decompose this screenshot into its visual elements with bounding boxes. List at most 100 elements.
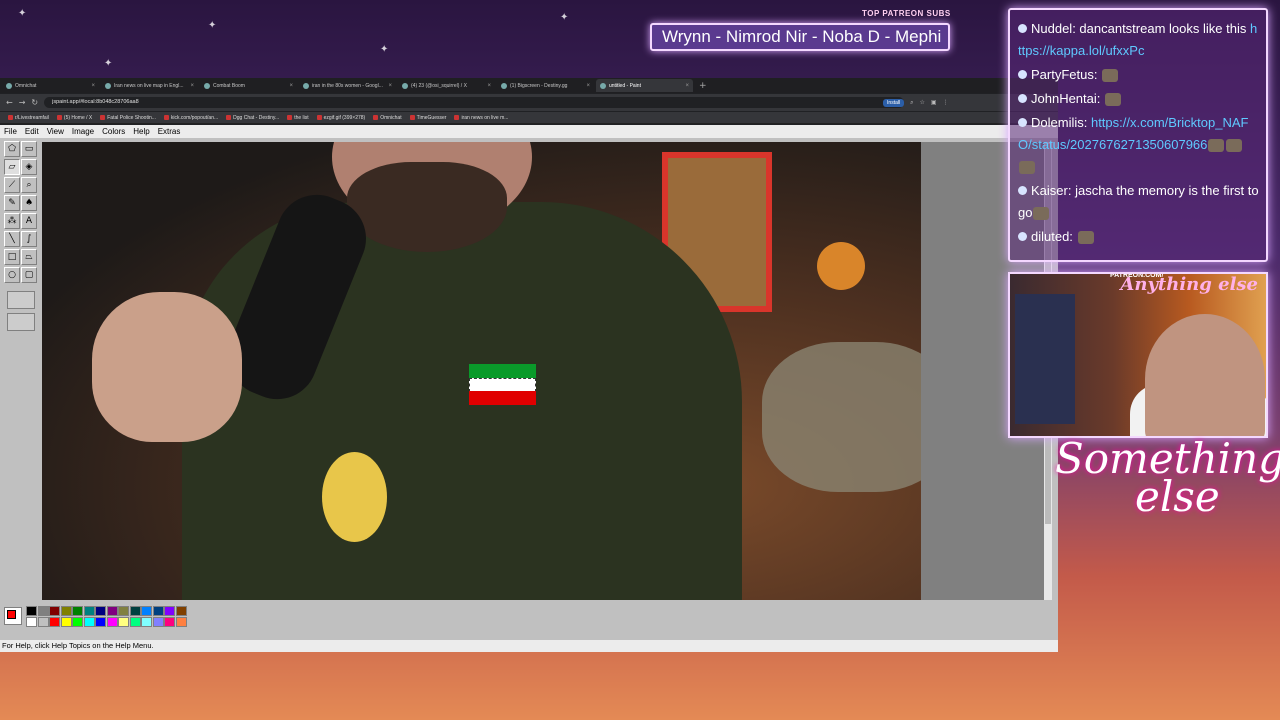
brush-icon[interactable]: ♠ — [21, 195, 37, 211]
palette-swatch[interactable] — [49, 617, 60, 627]
browser-tab[interactable]: (1) Bigscreen - Destiny.gg × — [497, 79, 594, 92]
address-bar: ← → ↻ jspaint.app/#local:8b048c28706aa8 … — [0, 94, 1058, 111]
menu-file[interactable]: File — [4, 127, 17, 136]
bookmark-item[interactable]: kick.com/popout/an... — [163, 115, 218, 121]
tool-options-box[interactable] — [7, 291, 35, 309]
palette-swatch[interactable] — [106, 617, 118, 627]
browser-tab[interactable]: Combat Boom × — [200, 79, 297, 92]
free-form-select-icon[interactable]: ⬠ — [4, 141, 20, 157]
new-tab-button[interactable]: + — [699, 81, 707, 91]
bookmark-item[interactable]: r/Livestreamfail — [8, 115, 49, 121]
menu-help[interactable]: Help — [133, 127, 149, 136]
palette-swatch[interactable] — [60, 606, 72, 616]
bookmark-item[interactable]: the list — [287, 115, 309, 121]
eraser-icon[interactable]: ▱ — [4, 159, 20, 175]
close-tab-icon[interactable]: × — [91, 83, 95, 89]
bookmark-item[interactable]: Dgg Chat - Destiny... — [226, 115, 279, 121]
chat-username[interactable]: Kaiser: — [1031, 183, 1075, 198]
rounded-rectangle-icon[interactable]: ▢ — [21, 267, 37, 283]
menu-edit[interactable]: Edit — [25, 127, 39, 136]
chat-username[interactable]: PartyFetus: — [1031, 67, 1101, 82]
url-input[interactable]: jspaint.app/#local:8b048c28706aa8 Instal… — [44, 97, 905, 108]
browser-tab[interactable]: Iran news on live map in Engl... × — [101, 79, 198, 92]
palette-swatch[interactable] — [83, 617, 95, 627]
foreground-color[interactable] — [7, 610, 16, 619]
bookmark-item[interactable]: TimeGuesser — [409, 115, 446, 121]
fill-icon[interactable]: ◈ — [21, 159, 37, 175]
palette-swatch[interactable] — [60, 617, 72, 627]
close-tab-icon[interactable]: × — [289, 83, 293, 89]
palette-swatch[interactable] — [37, 617, 49, 627]
browser-tab[interactable]: Omnichat × — [2, 79, 99, 92]
palette-swatch[interactable] — [106, 606, 118, 616]
palette-swatch[interactable] — [26, 606, 37, 616]
reload-icon[interactable]: ↻ — [31, 98, 38, 107]
palette-swatch[interactable] — [129, 606, 141, 616]
palette-swatch[interactable] — [95, 606, 106, 616]
chat-username[interactable]: Nuddel: — [1031, 21, 1079, 36]
menu-extras[interactable]: Extras — [158, 127, 181, 136]
chat-username[interactable]: JohnHentai: — [1031, 91, 1104, 106]
browser-tab[interactable]: (4) 23 (@osi_squirrel) / X × — [398, 79, 495, 92]
palette-swatch[interactable] — [175, 606, 187, 616]
pencil-icon[interactable]: ✎ — [4, 195, 20, 211]
palette-swatch[interactable] — [164, 606, 175, 616]
browser-tab[interactable]: iran in the 80s women - Googl... × — [299, 79, 396, 92]
line-icon[interactable]: ╲ — [4, 231, 20, 247]
install-button[interactable]: Install — [883, 98, 905, 107]
palette-swatch[interactable] — [72, 606, 83, 616]
menu-icon[interactable]: ⋮ — [943, 99, 949, 106]
forward-icon[interactable]: → — [19, 98, 26, 107]
close-tab-icon[interactable]: × — [586, 83, 590, 89]
palette-swatch[interactable] — [118, 606, 129, 616]
menu-view[interactable]: View — [47, 127, 64, 136]
current-colors[interactable] — [4, 607, 22, 625]
palette-swatch[interactable] — [141, 617, 152, 627]
palette-swatch[interactable] — [37, 606, 49, 616]
chat-username[interactable]: Dolemilis: — [1031, 115, 1091, 130]
magnifier-icon[interactable]: ⌕ — [21, 177, 37, 193]
paint-canvas[interactable] — [42, 142, 921, 600]
palette-swatch[interactable] — [118, 617, 129, 627]
palette-swatch[interactable] — [152, 606, 164, 616]
palette-swatch[interactable] — [164, 617, 175, 627]
bookmark-item[interactable]: (5) Home / X — [56, 115, 92, 121]
palette-swatch[interactable] — [83, 606, 95, 616]
palette-swatch[interactable] — [72, 617, 83, 627]
zoom-icon[interactable]: ⌕ — [910, 99, 913, 107]
palette-swatch[interactable] — [152, 617, 164, 627]
palette-swatch[interactable] — [49, 606, 60, 616]
rectangle-icon[interactable]: □ — [4, 249, 20, 265]
palette-swatch[interactable] — [175, 617, 187, 627]
chat-message: Kaiser: jascha the memory is the first t… — [1018, 180, 1260, 224]
tool-options-box-2[interactable] — [7, 313, 35, 331]
back-icon[interactable]: ← — [6, 98, 13, 107]
close-tab-icon[interactable]: × — [190, 83, 194, 89]
bookmark-item[interactable]: Omnichat — [373, 115, 402, 121]
chat-username[interactable]: diluted: — [1031, 229, 1077, 244]
bookmark-item[interactable]: Fatal Police Shootin... — [100, 115, 156, 121]
curve-icon[interactable]: ∫ — [21, 231, 37, 247]
close-tab-icon[interactable]: × — [388, 83, 392, 89]
menu-colors[interactable]: Colors — [102, 127, 125, 136]
palette-swatch[interactable] — [129, 617, 141, 627]
palette-swatch[interactable] — [141, 606, 152, 616]
ellipse-icon[interactable]: ○ — [4, 267, 20, 283]
airbrush-icon[interactable]: ⁂ — [4, 213, 20, 229]
bookmark-item[interactable]: ezgif.gif (399×278) — [316, 115, 365, 121]
select-icon[interactable]: ▭ — [21, 141, 37, 157]
polygon-icon[interactable]: ⏢ — [21, 249, 37, 265]
bookmark-favicon-icon — [409, 115, 415, 120]
bookmark-item[interactable]: iran news on live m... — [454, 115, 508, 121]
extensions-icon[interactable]: ▣ — [931, 99, 937, 106]
pick-color-icon[interactable]: ⟋ — [4, 177, 20, 193]
bookmark-star-icon[interactable]: ☆ — [919, 99, 924, 106]
palette-swatch[interactable] — [26, 617, 37, 627]
browser-tab[interactable]: untitled - Paint × — [596, 79, 693, 92]
tab-label: iran in the 80s women - Googl... — [312, 82, 383, 89]
close-tab-icon[interactable]: × — [487, 83, 491, 89]
text-icon[interactable]: A — [21, 213, 37, 229]
menu-image[interactable]: Image — [72, 127, 94, 136]
palette-swatch[interactable] — [95, 617, 106, 627]
close-tab-icon[interactable]: × — [685, 83, 689, 89]
